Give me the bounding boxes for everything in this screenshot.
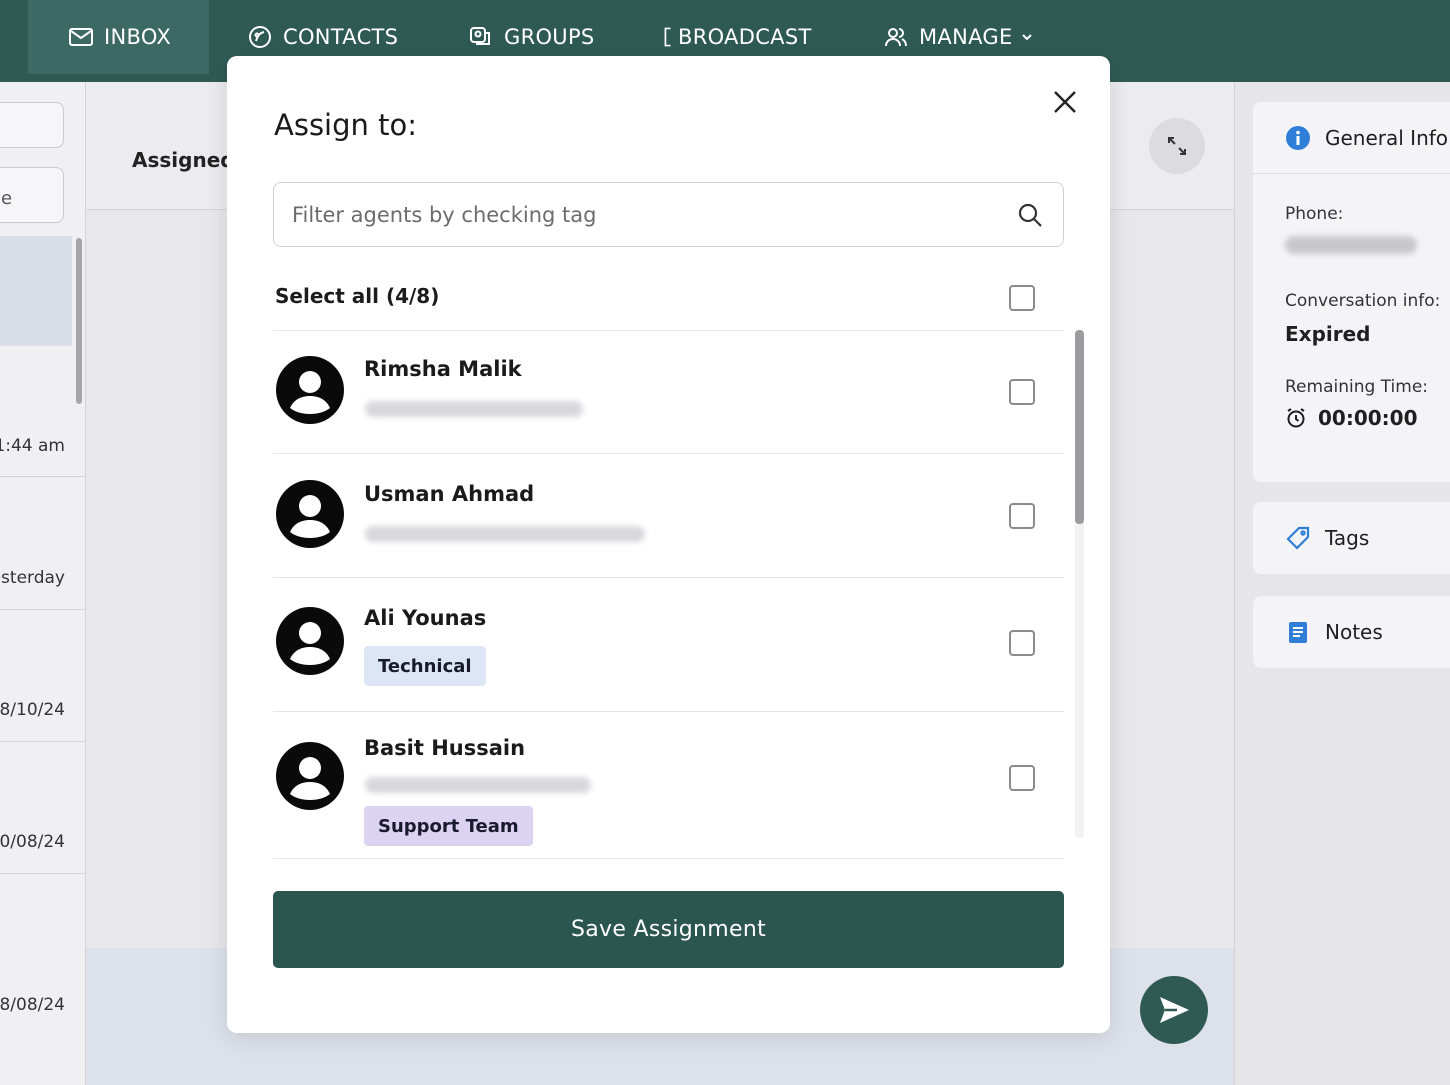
nav-inbox-label: INBOX bbox=[104, 25, 172, 49]
users-icon bbox=[885, 28, 907, 47]
contacts-icon bbox=[249, 26, 271, 48]
nav-manage-label: MANAGE bbox=[919, 25, 1013, 49]
broadcast-icon bbox=[664, 27, 671, 47]
agent-row[interactable]: Usman Ahmad bbox=[273, 454, 1064, 577]
agent-checkbox[interactable] bbox=[1009, 630, 1035, 656]
nav-broadcast-label: BROADCAST bbox=[678, 25, 812, 49]
agent-row[interactable]: Rimsha Malik bbox=[273, 331, 1064, 453]
agent-filter-input[interactable] bbox=[292, 202, 1017, 227]
agent-checkbox[interactable] bbox=[1009, 503, 1035, 529]
agent-name: Usman Ahmad bbox=[364, 482, 535, 506]
agent-tag: Technical bbox=[364, 646, 486, 686]
groups-icon bbox=[470, 27, 490, 45]
agent-tag: Support Team bbox=[364, 806, 533, 846]
agent-email-redacted bbox=[365, 777, 591, 793]
divider bbox=[273, 858, 1064, 859]
agent-row[interactable]: Ali Younas Technical bbox=[273, 578, 1064, 711]
save-assignment-button[interactable]: Save Assignment bbox=[273, 891, 1064, 968]
agent-email-redacted bbox=[365, 401, 583, 417]
agent-row[interactable]: Basit Hussain Support Team bbox=[273, 712, 1064, 858]
agent-name: Ali Younas bbox=[364, 606, 487, 630]
close-button[interactable] bbox=[1049, 86, 1081, 118]
select-all-checkbox[interactable] bbox=[1009, 285, 1035, 311]
agent-checkbox[interactable] bbox=[1009, 765, 1035, 791]
search-icon[interactable] bbox=[1017, 202, 1043, 228]
avatar-icon bbox=[276, 480, 344, 548]
nav-inbox[interactable]: INBOX bbox=[28, 0, 209, 74]
nav-contacts-label: CONTACTS bbox=[283, 25, 399, 49]
agent-name: Basit Hussain bbox=[364, 736, 526, 760]
agent-filter-field bbox=[273, 182, 1064, 247]
assign-modal: Assign to: Select all (4/8) Rimsha Malik… bbox=[227, 56, 1110, 1033]
avatar-icon bbox=[276, 356, 344, 424]
mail-icon bbox=[69, 28, 93, 46]
agent-name: Rimsha Malik bbox=[364, 357, 522, 381]
agent-email-redacted bbox=[365, 526, 645, 542]
agent-list-scrollbar-thumb[interactable] bbox=[1075, 330, 1084, 524]
avatar-icon bbox=[276, 607, 344, 675]
avatar-icon bbox=[276, 742, 344, 810]
select-all-label: Select all (4/8) bbox=[275, 284, 440, 308]
close-icon bbox=[1054, 91, 1076, 113]
agent-checkbox[interactable] bbox=[1009, 379, 1035, 405]
modal-title: Assign to: bbox=[274, 108, 418, 142]
nav-groups-label: GROUPS bbox=[504, 25, 595, 49]
chevron-down-icon bbox=[1021, 34, 1032, 41]
